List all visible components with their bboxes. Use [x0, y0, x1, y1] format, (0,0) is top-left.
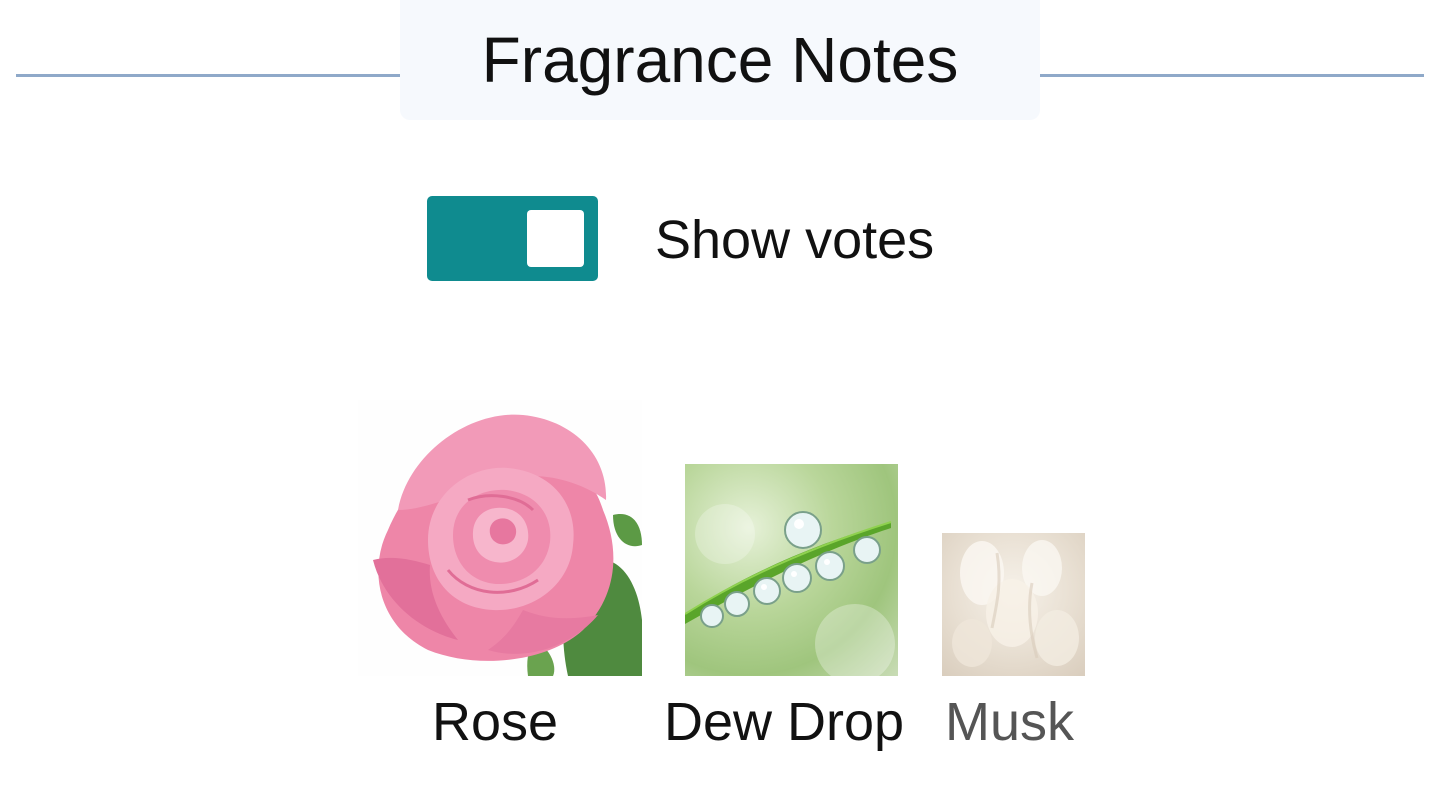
toggle-knob — [527, 210, 584, 267]
header-divider-left — [16, 74, 402, 77]
dew-drop-label[interactable]: Dew Drop — [664, 692, 904, 752]
show-votes-label: Show votes — [655, 210, 935, 270]
rose-image[interactable] — [358, 400, 642, 676]
page-title: Fragrance Notes — [481, 24, 959, 96]
show-votes-toggle[interactable] — [427, 196, 598, 281]
dew-drop-image[interactable] — [685, 464, 898, 676]
title-box: Fragrance Notes — [400, 0, 1040, 120]
rose-label[interactable]: Rose — [432, 692, 558, 752]
musk-label[interactable]: Musk — [945, 692, 1074, 752]
musk-image[interactable] — [942, 533, 1085, 676]
header-divider-right — [1040, 74, 1424, 77]
